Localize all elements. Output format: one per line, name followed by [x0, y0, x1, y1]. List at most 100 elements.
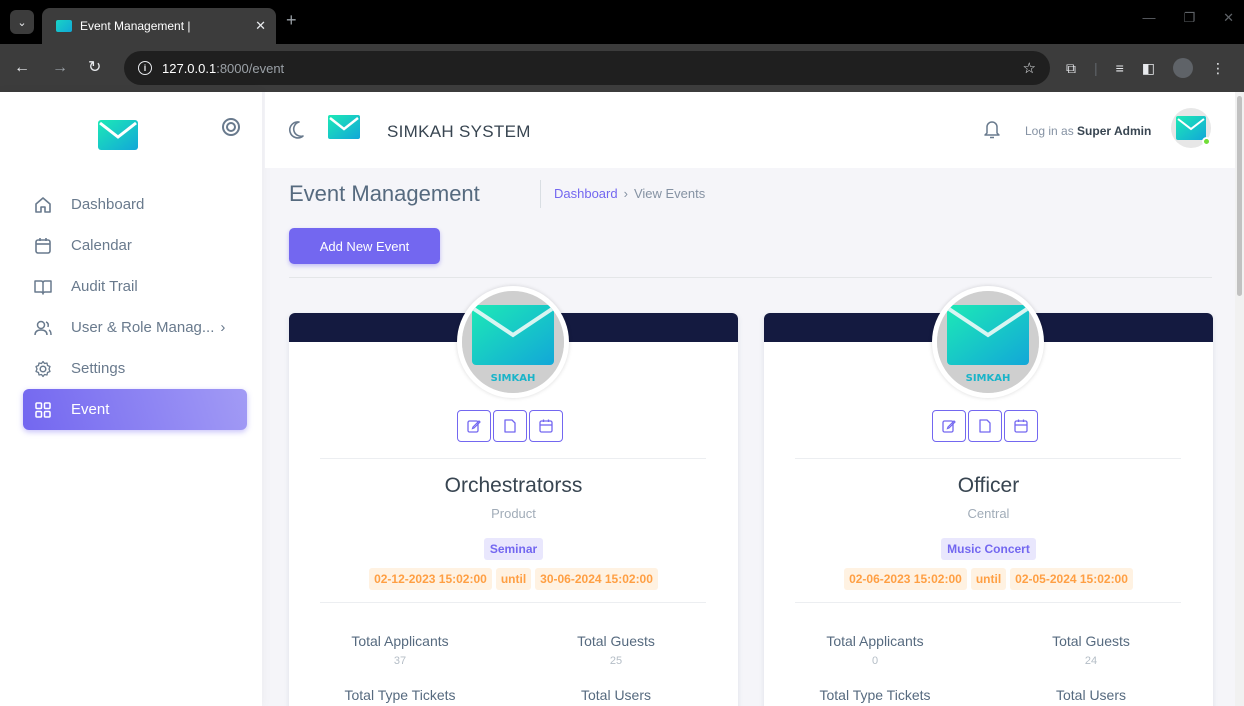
event-organizer: Central	[967, 506, 1010, 521]
media-icon[interactable]: ≡	[1116, 60, 1124, 76]
sidebar-item-calendar[interactable]: Calendar	[23, 225, 247, 266]
breadcrumb-dashboard-link[interactable]: Dashboard	[554, 186, 618, 201]
new-tab-icon[interactable]: +	[286, 10, 297, 31]
event-date-range: 02-12-2023 15:02:00 until 30-06-2024 15:…	[289, 568, 738, 590]
add-new-event-button[interactable]: Add New Event	[289, 228, 440, 264]
stat-label: Total Type Tickets	[819, 687, 931, 703]
extensions-icon[interactable]: ⧉	[1066, 60, 1076, 77]
user-name: Super Admin	[1077, 124, 1152, 138]
url-host: 127.0.0.1	[162, 60, 217, 76]
chevron-right-icon: ›	[220, 319, 226, 336]
dark-mode-toggle-icon[interactable]	[287, 120, 305, 145]
stat-total-type-tickets: Total Type Tickets	[800, 687, 950, 703]
stat-label: Total Applicants	[351, 633, 449, 649]
restore-icon[interactable]: ❐	[1183, 10, 1195, 26]
settings-icon	[33, 359, 53, 379]
view-details-button[interactable]	[968, 410, 1002, 442]
stat-total-applicants: Total Applicants 0	[800, 633, 950, 667]
tab-search-icon[interactable]: ⌄	[10, 10, 34, 34]
avatar[interactable]	[1171, 108, 1211, 148]
reload-icon[interactable]: ↻	[88, 58, 101, 78]
stat-total-guests: Total Guests 25	[541, 633, 691, 667]
card-divider	[795, 458, 1181, 459]
event-name: Orchestratorss	[444, 474, 583, 497]
title-divider	[540, 180, 541, 208]
stat-total-guests: Total Guests 24	[1016, 633, 1166, 667]
card-actions	[457, 410, 563, 442]
online-status-dot	[1202, 137, 1211, 146]
toolbar-divider: |	[1094, 60, 1098, 76]
bookmark-star-icon[interactable]: ☆	[1023, 59, 1036, 77]
book-icon	[33, 277, 53, 297]
event-end-date: 02-05-2024 15:02:00	[1010, 568, 1133, 590]
sidebar: Dashboard Calendar Audit Trail User & Ro…	[0, 92, 262, 706]
side-panel-icon[interactable]: ◧	[1142, 60, 1155, 77]
browser-toolbar: ← → ↻ i 127.0.0.1:8000/event ☆ ⧉ | ≡ ◧ ⋮	[0, 44, 1244, 92]
browser-tab[interactable]: Event Management | ✕	[42, 8, 276, 44]
scrollbar-thumb[interactable]	[1237, 96, 1242, 296]
edit-event-button[interactable]	[457, 410, 491, 442]
grid-icon	[33, 400, 53, 420]
home-icon	[33, 195, 53, 215]
address-bar[interactable]: i 127.0.0.1:8000/event ☆	[124, 51, 1050, 85]
event-until-label: until	[970, 568, 1007, 590]
sidebar-item-dashboard[interactable]: Dashboard	[23, 184, 247, 225]
stat-total-users: Total Users	[1016, 687, 1166, 703]
edit-event-button[interactable]	[932, 410, 966, 442]
stat-label: Total Users	[1055, 687, 1127, 703]
event-end-date: 30-06-2024 15:02:00	[535, 568, 658, 590]
card-divider	[320, 602, 706, 603]
stat-label: Total Users	[580, 687, 652, 703]
profile-icon[interactable]	[1173, 58, 1194, 78]
event-logo: SIMKAH	[457, 286, 569, 398]
tab-close-icon[interactable]: ✕	[255, 18, 266, 34]
sidebar-item-settings[interactable]: Settings	[23, 348, 247, 389]
top-navbar: SIMKAH SYSTEM Log in as Super Admin	[265, 92, 1235, 168]
url-path: :8000/event	[216, 60, 285, 76]
sidebar-item-label: User & Role Manag...	[71, 319, 215, 336]
sidebar-item-audit-trail[interactable]: Audit Trail	[23, 266, 247, 307]
event-start-date: 02-06-2023 15:02:00	[844, 568, 967, 590]
forward-icon[interactable]: →	[52, 58, 68, 78]
calendar-icon	[539, 419, 553, 433]
stat-value: 25	[609, 655, 623, 667]
sidebar-item-label: Dashboard	[71, 196, 145, 213]
event-schedule-button[interactable]	[529, 410, 563, 442]
stat-label: Total Guests	[577, 633, 655, 649]
tab-title: Event Management |	[80, 19, 191, 33]
extension-area: ⧉ | ≡ ◧ ⋮	[1066, 58, 1225, 78]
card-divider	[795, 602, 1181, 603]
sidebar-toggle-icon[interactable]	[222, 118, 240, 136]
login-prefix: Log in as	[1025, 124, 1074, 138]
view-details-button[interactable]	[493, 410, 527, 442]
stat-total-type-tickets: Total Type Tickets	[325, 687, 475, 703]
minimize-icon[interactable]: —	[1142, 10, 1155, 26]
event-logo-text: SIMKAH	[966, 373, 1011, 384]
page-title: Event Management	[289, 181, 480, 206]
close-window-icon[interactable]: ✕	[1223, 10, 1234, 26]
stat-label: Total Guests	[1052, 633, 1130, 649]
event-name: Officer	[957, 474, 1020, 497]
brand-name: SIMKAH SYSTEM	[387, 122, 531, 141]
navbar-logo	[327, 112, 361, 146]
back-icon[interactable]: ←	[14, 58, 30, 78]
event-schedule-button[interactable]	[1004, 410, 1038, 442]
card-divider	[320, 458, 706, 459]
sidebar-item-label: Calendar	[71, 237, 132, 254]
event-card: SIMKAH Officer Central Music Concert 02-…	[764, 286, 1213, 706]
browser-menu-icon[interactable]: ⋮	[1211, 60, 1225, 77]
sidebar-logo[interactable]	[96, 116, 140, 160]
stat-total-applicants: Total Applicants 37	[325, 633, 475, 667]
favicon-icon	[56, 20, 72, 32]
site-info-icon[interactable]: i	[138, 61, 152, 75]
stat-value: 24	[1084, 655, 1098, 667]
sidebar-item-event[interactable]: Event	[23, 389, 247, 430]
calendar-icon	[1014, 419, 1028, 433]
notification-bell-icon[interactable]	[984, 119, 1000, 144]
document-icon	[504, 419, 516, 433]
event-category-wrap: Music Concert	[764, 538, 1213, 560]
document-icon	[979, 419, 991, 433]
sidebar-item-user-role[interactable]: User & Role Manag... ›	[23, 307, 247, 348]
browser-tab-bar: ⌄ Event Management | ✕ + — ❐ ✕	[0, 0, 1244, 44]
event-logo-text: SIMKAH	[491, 373, 536, 384]
